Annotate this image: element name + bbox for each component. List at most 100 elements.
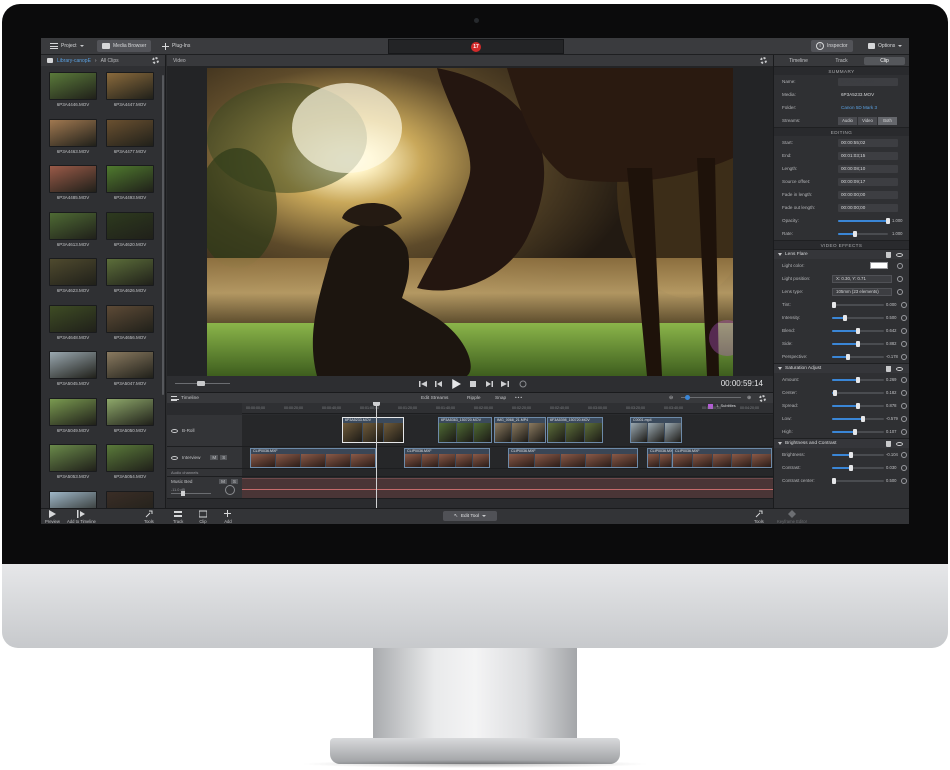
reset-icon[interactable] xyxy=(897,262,903,269)
reset-icon[interactable] xyxy=(901,477,907,484)
tab-timeline[interactable]: Timeline xyxy=(778,57,819,65)
param-slider[interactable] xyxy=(832,353,884,360)
playhead-handle[interactable] xyxy=(373,402,380,406)
slider-handle[interactable] xyxy=(832,477,836,484)
param-slider[interactable] xyxy=(832,415,884,422)
light-position-field[interactable]: X: 0.30, Y: 0.71 xyxy=(832,274,892,283)
trash-icon[interactable] xyxy=(886,441,891,447)
timecode-field[interactable]: 00:00:00;00 xyxy=(838,190,898,199)
param-slider[interactable] xyxy=(832,301,884,308)
clip-item[interactable]: 6P3A4493.MOV xyxy=(106,165,156,205)
streams-both-button[interactable]: Both xyxy=(878,116,897,125)
param-slider[interactable] xyxy=(832,451,884,458)
slider-handle[interactable] xyxy=(856,376,860,383)
timecode-field[interactable]: 00:00:00;00 xyxy=(838,203,898,212)
saturation-header[interactable]: Saturation Adjust xyxy=(774,363,909,373)
track-header-music[interactable]: Music Bed M S -11.0 dB xyxy=(167,477,242,499)
interview-clip[interactable]: CLIP0036.MXF xyxy=(508,448,638,468)
breadcrumb-all-clips[interactable]: All Clips xyxy=(101,58,119,64)
ripple-button[interactable]: Ripple xyxy=(467,396,481,401)
plugins-button[interactable]: Plug-Ins xyxy=(157,40,195,52)
param-slider[interactable] xyxy=(832,327,884,334)
reset-icon[interactable] xyxy=(901,428,907,435)
add-menu-button[interactable]: Add xyxy=(224,510,232,524)
param-slider[interactable] xyxy=(832,314,884,321)
lens-flare-header[interactable]: Lens Flare xyxy=(774,249,909,259)
reset-icon[interactable] xyxy=(901,389,907,396)
clip-item[interactable]: 6P3A5047.MOV xyxy=(106,351,156,391)
broll-clip[interactable]: IMG_0068_21.MP4 xyxy=(494,417,546,443)
slider-handle[interactable] xyxy=(856,340,860,347)
clip-item[interactable]: 6P3A4613.MOV xyxy=(49,211,99,252)
slider-handle[interactable] xyxy=(856,402,860,409)
param-slider[interactable] xyxy=(832,340,884,347)
clip-item[interactable]: 6P3A5050.MOV xyxy=(106,397,156,438)
clip-item[interactable]: 6P3A4485.MOV xyxy=(49,165,99,205)
opacity-slider[interactable] xyxy=(838,217,890,224)
tab-clip[interactable]: Clip xyxy=(864,56,905,65)
volume-slider[interactable] xyxy=(171,493,211,494)
slider-handle[interactable] xyxy=(849,464,854,471)
solo-button[interactable]: S xyxy=(220,455,228,460)
slider-handle[interactable] xyxy=(856,327,860,334)
play-icon[interactable] xyxy=(451,379,461,389)
interview-clip[interactable]: CLIP0036.MXF xyxy=(250,448,376,468)
slider-handle[interactable] xyxy=(845,353,850,360)
broll-clip[interactable]: 6F3A5398_150720.MOV xyxy=(547,417,603,443)
clip-item[interactable]: 6P3A4626.MOV xyxy=(106,258,156,298)
reset-icon[interactable] xyxy=(901,327,907,334)
track-lane-music[interactable] xyxy=(242,477,773,499)
reset-icon[interactable] xyxy=(897,288,903,295)
broll-clip[interactable]: 6P3A5363_150720.MOV xyxy=(438,417,492,443)
track-header-interview[interactable]: Interview M S xyxy=(167,447,242,469)
clip-item[interactable]: 6P3A4620.MOV xyxy=(106,211,156,252)
preview-button[interactable]: Preview xyxy=(45,510,60,524)
video-frame[interactable] xyxy=(207,68,733,376)
streams-video-button[interactable]: Video xyxy=(858,116,877,125)
keyframe-editor-button[interactable]: Keyframe Editor xyxy=(777,510,807,524)
eye-icon[interactable] xyxy=(896,253,903,257)
project-menu-button[interactable]: Project xyxy=(45,40,89,52)
reset-icon[interactable] xyxy=(901,340,907,347)
eye-icon[interactable] xyxy=(171,428,178,433)
skip-start-icon[interactable] xyxy=(419,380,427,388)
broll-clip[interactable]: C0001.mp4 xyxy=(630,417,682,443)
mute-button[interactable]: M xyxy=(219,479,227,484)
clip-item[interactable]: 6P3A5054.MOV xyxy=(106,444,156,484)
zoom-slider[interactable] xyxy=(681,397,741,398)
reset-icon[interactable] xyxy=(901,415,907,422)
timecode-field[interactable]: 00:01:03;15 xyxy=(838,151,898,160)
reset-icon[interactable] xyxy=(901,402,907,409)
trash-icon[interactable] xyxy=(886,252,891,258)
slider-handle[interactable] xyxy=(832,301,836,308)
breadcrumb-library[interactable]: Library-canopE xyxy=(57,58,91,64)
streams-audio-button[interactable]: Audio xyxy=(838,116,857,125)
param-slider[interactable] xyxy=(832,376,884,383)
zoom-out-icon[interactable]: ⊖ xyxy=(669,396,673,401)
slider-handle[interactable] xyxy=(853,428,858,435)
music-audio-clip[interactable] xyxy=(242,478,773,498)
param-slider[interactable] xyxy=(832,389,884,396)
interview-clip[interactable]: CLIP0036.MXF xyxy=(404,448,490,468)
eye-icon[interactable] xyxy=(896,367,903,371)
loop-icon[interactable] xyxy=(519,380,527,388)
clip-item[interactable]: 6P3A4477.MOV xyxy=(106,118,156,159)
timecode-field[interactable]: 00:00:09;17 xyxy=(838,177,898,186)
clip-item[interactable]: 6P3A4447.MOV xyxy=(106,72,156,112)
reset-icon[interactable] xyxy=(901,301,907,308)
more-icon[interactable]: ••• xyxy=(515,396,523,401)
zoom-in-icon[interactable]: ⊕ xyxy=(747,396,751,401)
stop-icon[interactable] xyxy=(469,380,477,388)
track-lane-interview[interactable]: CLIP0036.MXF CLIP0036.MXF CLIP0036.MXF CLIP… xyxy=(242,447,773,469)
library-scrollbar[interactable] xyxy=(162,75,164,395)
track-lane-broll[interactable]: 6P3A5233.MOV 6P3A5363_150720.MOV IMG_0068_… xyxy=(242,415,773,447)
solo-button[interactable]: S xyxy=(230,479,238,484)
zoom-slider-handle[interactable] xyxy=(685,395,690,400)
broll-clip[interactable]: 6P3A5233.MOV xyxy=(342,417,404,443)
timecode-field[interactable]: 00:00:08;10 xyxy=(838,164,898,173)
edit-tool-dropdown[interactable]: ↖ Edit Tool xyxy=(443,511,497,521)
param-slider[interactable] xyxy=(832,464,884,471)
jog-handle[interactable] xyxy=(197,381,205,386)
snap-button[interactable]: Snap xyxy=(495,396,506,401)
lens-type-dropdown[interactable]: 105mm (23 elements) xyxy=(832,287,892,296)
